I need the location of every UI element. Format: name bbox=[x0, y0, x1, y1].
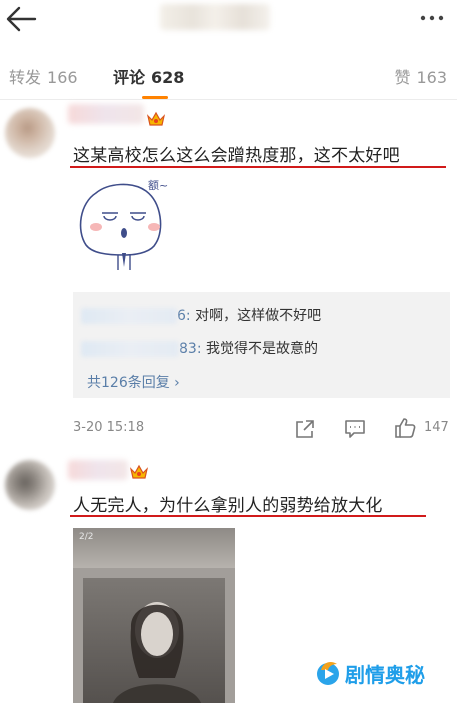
tab-bar: 转发 166 评论 628 赞 163 bbox=[0, 48, 457, 100]
photo-page-indicator: 2/2 bbox=[79, 532, 94, 542]
reply-text: 我觉得不是故意的 bbox=[201, 341, 318, 357]
tab-likes[interactable]: 赞 163 bbox=[394, 64, 447, 88]
blurred-reply-username bbox=[81, 341, 179, 357]
vip-crown-icon bbox=[129, 464, 149, 479]
view-all-replies-link[interactable]: 共126条回复 › bbox=[87, 372, 180, 392]
comment-actions: 3-20 15:18 147 bbox=[0, 418, 457, 442]
tab-forward-count: 166 bbox=[47, 68, 78, 87]
blurred-username[interactable] bbox=[68, 104, 144, 124]
reply-item[interactable]: 6: 对啊，这样做不好吧 bbox=[81, 305, 321, 325]
photo-background bbox=[73, 528, 235, 568]
reply-username-suffix: 6: bbox=[177, 308, 191, 324]
tab-forward[interactable]: 转发 166 bbox=[9, 64, 78, 88]
top-bar bbox=[0, 0, 457, 40]
comment-text: 这某高校怎么这么会蹭热度那，这不太好吧 bbox=[73, 146, 400, 166]
active-tab-indicator bbox=[142, 96, 168, 99]
reply-text: 对啊，这样做不好吧 bbox=[190, 308, 322, 324]
like-count: 147 bbox=[424, 420, 449, 435]
comment-timestamp: 3-20 15:18 bbox=[73, 420, 145, 435]
reply-box: 6: 对啊，这样做不好吧 83: 我觉得不是故意的 共126条回复 › bbox=[73, 292, 450, 398]
tab-forward-label: 转发 bbox=[9, 68, 42, 87]
comment-text: 人无完人，为什么拿别人的弱势给放大化 bbox=[73, 496, 383, 516]
highlight-underline bbox=[70, 515, 426, 517]
avatar[interactable] bbox=[5, 108, 55, 158]
sticker-image: 额~ bbox=[79, 179, 168, 270]
more-options-icon[interactable] bbox=[419, 14, 445, 22]
sticker-caption: 额~ bbox=[148, 179, 168, 192]
reply-item[interactable]: 83: 我觉得不是故意的 bbox=[81, 338, 318, 358]
watermark: 剧情奥秘 bbox=[315, 652, 455, 694]
thumbs-up-icon[interactable] bbox=[393, 416, 417, 440]
watermark-text: 剧情奥秘 bbox=[345, 663, 425, 687]
vip-crown-icon bbox=[146, 111, 166, 126]
blurred-reply-username bbox=[81, 308, 177, 324]
tab-comments-count: 628 bbox=[151, 68, 185, 87]
photo-projection-screen bbox=[83, 578, 225, 703]
tab-comments[interactable]: 评论 628 bbox=[113, 64, 184, 88]
blurred-title bbox=[160, 4, 270, 30]
photo-portrait-image bbox=[113, 602, 201, 703]
reply-icon[interactable] bbox=[344, 418, 366, 440]
share-icon[interactable] bbox=[294, 418, 316, 440]
avatar[interactable] bbox=[5, 460, 55, 510]
tab-likes-count: 163 bbox=[416, 68, 447, 87]
watermark-logo-icon bbox=[317, 662, 339, 685]
tab-comments-label: 评论 bbox=[113, 68, 146, 87]
back-arrow-icon[interactable] bbox=[5, 4, 37, 34]
highlight-underline bbox=[70, 166, 446, 168]
reply-username-suffix: 83: bbox=[179, 341, 202, 357]
tab-likes-label: 赞 bbox=[394, 68, 411, 87]
comment-photo[interactable]: 2/2 bbox=[73, 528, 235, 703]
blurred-username[interactable] bbox=[68, 460, 128, 480]
